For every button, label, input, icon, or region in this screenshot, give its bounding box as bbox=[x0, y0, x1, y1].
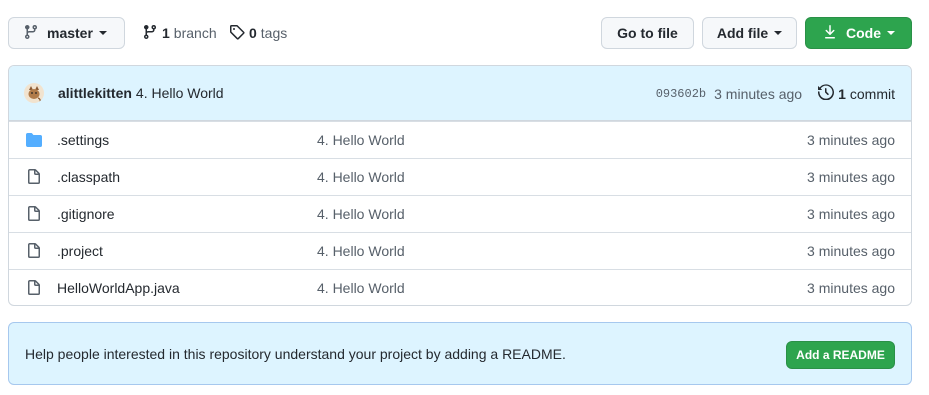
commit-message-link[interactable]: 4. Hello World bbox=[136, 85, 224, 101]
file-commit-time: 3 minutes ago bbox=[807, 169, 895, 185]
file-browser: alittlekitten 4. Hello World 093602b 3 m… bbox=[8, 65, 912, 306]
branch-label: branch bbox=[173, 25, 217, 41]
add-readme-button[interactable]: Add a README bbox=[786, 341, 895, 369]
file-commit-time: 3 minutes ago bbox=[807, 280, 895, 296]
tag-icon bbox=[229, 24, 245, 43]
branch-selector-button[interactable]: master bbox=[8, 17, 125, 49]
file-row[interactable]: HelloWorldApp.java 4. Hello World 3 minu… bbox=[9, 269, 911, 305]
commit-count: 1 bbox=[838, 85, 846, 102]
latest-commit-bar: alittlekitten 4. Hello World 093602b 3 m… bbox=[9, 66, 911, 121]
commit-sha-link[interactable]: 093602b bbox=[656, 87, 706, 101]
file-name-link[interactable]: .settings bbox=[57, 132, 109, 148]
branch-selector-label: master bbox=[47, 25, 93, 41]
add-file-label: Add file bbox=[716, 25, 769, 41]
download-icon bbox=[822, 24, 846, 43]
tags-link[interactable]: 0 tags bbox=[229, 17, 287, 49]
file-icon bbox=[25, 205, 43, 223]
code-button-label: Code bbox=[846, 25, 881, 41]
file-name-link[interactable]: HelloWorldApp.java bbox=[57, 280, 180, 296]
tag-label: tags bbox=[260, 25, 288, 41]
file-row[interactable]: .project 4. Hello World 3 minutes ago bbox=[9, 232, 911, 269]
readme-prompt: Help people interested in this repositor… bbox=[8, 322, 912, 385]
file-row[interactable]: .settings 4. Hello World 3 minutes ago bbox=[9, 121, 911, 158]
file-icon bbox=[25, 168, 43, 186]
git-branch-icon bbox=[142, 24, 158, 43]
chevron-down-icon bbox=[98, 31, 107, 35]
history-icon bbox=[818, 84, 838, 103]
branch-count: 1 bbox=[162, 25, 170, 41]
avatar[interactable] bbox=[24, 83, 44, 103]
file-row[interactable]: .gitignore 4. Hello World 3 minutes ago bbox=[9, 195, 911, 232]
code-button[interactable]: Code bbox=[805, 17, 912, 49]
git-branch-icon bbox=[23, 24, 47, 43]
commit-meta: 093602b 3 minutes ago 1 commit bbox=[656, 66, 895, 121]
file-name-link[interactable]: .project bbox=[57, 243, 103, 259]
add-file-button[interactable]: Add file bbox=[702, 17, 797, 49]
folder-icon bbox=[25, 131, 43, 149]
branches-link[interactable]: 1 branch bbox=[142, 17, 217, 49]
readme-prompt-text: Help people interested in this repositor… bbox=[25, 345, 566, 362]
file-commit-message-link[interactable]: 4. Hello World bbox=[317, 280, 405, 296]
commit-count-label: commit bbox=[849, 85, 895, 102]
file-commit-time: 3 minutes ago bbox=[807, 132, 895, 148]
commit-author-link[interactable]: alittlekitten bbox=[58, 85, 132, 101]
file-commit-time: 3 minutes ago bbox=[807, 206, 895, 222]
file-name-link[interactable]: .gitignore bbox=[57, 206, 115, 222]
file-commit-message-link[interactable]: 4. Hello World bbox=[317, 169, 405, 185]
file-icon bbox=[25, 242, 43, 260]
file-icon bbox=[25, 279, 43, 297]
commit-history-link[interactable]: 1 commit bbox=[818, 84, 895, 103]
file-commit-message-link[interactable]: 4. Hello World bbox=[317, 206, 405, 222]
file-commit-message-link[interactable]: 4. Hello World bbox=[317, 243, 405, 259]
file-commit-time: 3 minutes ago bbox=[807, 243, 895, 259]
file-row[interactable]: .classpath 4. Hello World 3 minutes ago bbox=[9, 158, 911, 195]
tag-count: 0 bbox=[249, 25, 257, 41]
chevron-down-icon bbox=[774, 31, 783, 35]
chevron-down-icon bbox=[887, 31, 895, 35]
file-commit-message-link[interactable]: 4. Hello World bbox=[317, 132, 405, 148]
file-name-link[interactable]: .classpath bbox=[57, 169, 120, 185]
repo-toolbar: master 1 branch 0 tags Go to file Add fi… bbox=[8, 17, 912, 49]
commit-time: 3 minutes ago bbox=[714, 85, 803, 102]
go-to-file-button[interactable]: Go to file bbox=[601, 17, 694, 49]
